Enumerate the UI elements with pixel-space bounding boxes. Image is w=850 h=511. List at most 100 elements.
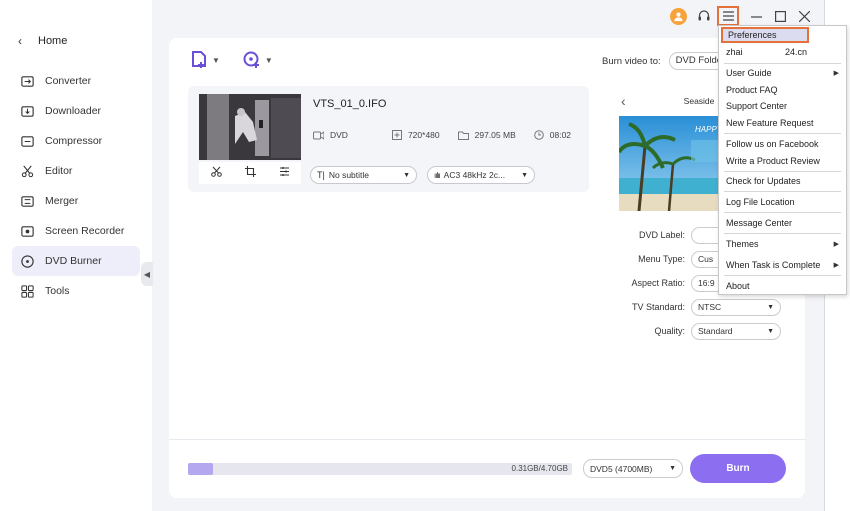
menu-item-message-center[interactable]: Message Center — [719, 215, 846, 231]
sidebar-item-label: Compressor — [45, 135, 103, 147]
chevron-left-icon: ‹ — [18, 34, 22, 48]
sidebar-item-label: Merger — [45, 195, 79, 207]
burn-target: Burn video to: DVD Folder — [602, 52, 729, 70]
support-headset-icon[interactable] — [695, 7, 713, 25]
sidebar: ‹ Home Converter Downloader Compressor E… — [0, 0, 152, 511]
crop-icon[interactable] — [244, 166, 256, 180]
disc-capacity-bar: 0.31GB/4.70GB — [188, 463, 572, 475]
maximize-button[interactable] — [772, 8, 788, 24]
sidebar-item-label: Downloader — [45, 105, 102, 117]
clock-icon — [533, 130, 544, 140]
chevron-down-icon: ▼ — [767, 303, 774, 311]
sidebar-item-label: Screen Recorder — [45, 225, 125, 237]
menu-item-follow-us-on-facebook[interactable]: Follow us on Facebook — [719, 136, 846, 152]
submenu-arrow-icon: ▶ — [833, 70, 839, 77]
burn-to-label: Burn video to: — [602, 55, 661, 67]
menu-item-preferences[interactable]: Preferences — [721, 27, 809, 43]
menu-item-user-guide[interactable]: User Guide ▶ — [719, 65, 846, 81]
hamburger-menu-button[interactable] — [717, 6, 739, 26]
subtitle-select[interactable]: T| No subtitle ▼ — [310, 166, 417, 184]
burn-button[interactable]: Burn — [690, 454, 786, 483]
menu-item-support-center[interactable]: Support Center — [719, 98, 846, 114]
chevron-down-icon: ▼ — [212, 55, 220, 65]
duration-info: 08:02 — [533, 130, 571, 140]
menu-item-themes[interactable]: Themes ▶ — [719, 236, 846, 252]
sidebar-item-compressor[interactable]: Compressor — [12, 126, 140, 156]
menu-item-product-faq[interactable]: Product FAQ — [719, 82, 846, 98]
menu-separator — [724, 171, 841, 172]
sidebar-item-label: DVD Burner — [45, 255, 102, 267]
disc-capacity-fill — [188, 463, 213, 475]
sidebar-item-label: Tools — [45, 285, 70, 297]
load-dvd-button[interactable]: ▼ — [242, 50, 273, 70]
resolution-icon — [391, 130, 402, 140]
sidebar-item-tools[interactable]: Tools — [12, 276, 140, 306]
sidebar-item-dvd-burner[interactable]: DVD Burner — [12, 246, 140, 276]
sidebar-item-label: Converter — [45, 75, 92, 87]
menu-icon — [722, 11, 734, 21]
sidebar-item-downloader[interactable]: Downloader — [12, 96, 140, 126]
effects-icon[interactable] — [279, 166, 290, 180]
file-name: VTS_01_0.IFO — [313, 98, 387, 110]
converter-icon — [21, 75, 34, 87]
tools-icon — [21, 284, 34, 298]
video-icon — [313, 130, 324, 140]
home-label: Home — [38, 35, 68, 47]
menu-item-check-for-updates[interactable]: Check for Updates — [719, 173, 846, 189]
sidebar-item-screen-recorder[interactable]: Screen Recorder — [12, 216, 140, 246]
template-title: Seaside — [683, 96, 715, 106]
menu-separator — [724, 191, 841, 192]
submenu-arrow-icon: ▶ — [833, 262, 839, 269]
sidebar-nav: Converter Downloader Compressor Editor M… — [12, 66, 140, 306]
thumbnail-actions — [199, 162, 301, 184]
file-meta: DVD 720*480 297.05 MB 08:02 — [313, 130, 571, 140]
folder-icon — [457, 131, 469, 140]
menu-separator — [724, 63, 841, 64]
downloader-icon — [21, 105, 34, 117]
menu-item-write-a-product-review[interactable]: Write a Product Review — [719, 153, 846, 169]
screen-recorder-icon — [21, 225, 34, 237]
size-info: 297.05 MB — [457, 130, 516, 140]
disc-type-select[interactable]: DVD5 (4700MB) ▼ — [583, 459, 683, 478]
submenu-arrow-icon: ▶ — [833, 241, 839, 248]
add-files-button[interactable]: ▼ — [189, 50, 220, 70]
close-button[interactable] — [796, 8, 812, 24]
file-card: VTS_01_0.IFO DVD 720*480 297.05 MB 08:02 — [188, 86, 589, 192]
resolution-info: 720*480 — [391, 130, 440, 140]
subtitle-icon: T| — [317, 170, 325, 180]
add-file-icon — [192, 51, 206, 68]
tv-standard-select[interactable]: NTSC ▼ — [691, 298, 781, 316]
menu-item-about[interactable]: About — [719, 278, 846, 294]
menu-separator — [724, 212, 841, 213]
divider — [169, 439, 805, 440]
chevron-left-icon[interactable]: ‹ — [621, 93, 626, 109]
chevron-down-icon: ▼ — [521, 171, 528, 179]
chevron-down-icon: ▼ — [264, 55, 273, 65]
user-avatar-icon[interactable] — [670, 7, 687, 25]
menu-user-account: zhai 24.cn — [726, 47, 807, 57]
tv-standard-row: TV Standard: NTSC ▼ — [607, 298, 781, 316]
add-dvd-icon — [243, 51, 259, 68]
sidebar-item-merger[interactable]: Merger — [12, 186, 140, 216]
minimize-button[interactable] — [748, 8, 764, 24]
quality-select[interactable]: Standard ▼ — [691, 322, 781, 340]
menu-separator — [724, 275, 841, 276]
audio-wave-icon: ıılıı — [434, 170, 441, 180]
trim-icon[interactable] — [210, 166, 222, 180]
menu-item-log-file-location[interactable]: Log File Location — [719, 194, 846, 210]
app-window: ‹ Home Converter Downloader Compressor E… — [0, 0, 825, 511]
sidebar-item-converter[interactable]: Converter — [12, 66, 140, 96]
quality-row: Quality: Standard ▼ — [607, 322, 781, 340]
dvd-burner-icon — [21, 254, 34, 268]
sidebar-item-editor[interactable]: Editor — [12, 156, 140, 186]
menu-item-new-feature-request[interactable]: New Feature Request — [719, 115, 846, 131]
menu-item-when-task-is-complete[interactable]: When Task is Complete ▶ — [719, 257, 846, 273]
sidebar-collapse-button[interactable]: ◀ — [141, 262, 153, 286]
chevron-down-icon: ▼ — [403, 171, 410, 179]
chevron-down-icon: ▼ — [669, 465, 676, 472]
audio-select[interactable]: ıılıı AC3 48kHz 2c... ▼ — [427, 166, 535, 184]
disc-capacity-text: 0.31GB/4.70GB — [511, 464, 568, 473]
chevron-down-icon: ▼ — [767, 327, 774, 335]
home-link[interactable]: ‹ Home — [18, 34, 67, 48]
video-thumbnail[interactable] — [199, 94, 301, 160]
